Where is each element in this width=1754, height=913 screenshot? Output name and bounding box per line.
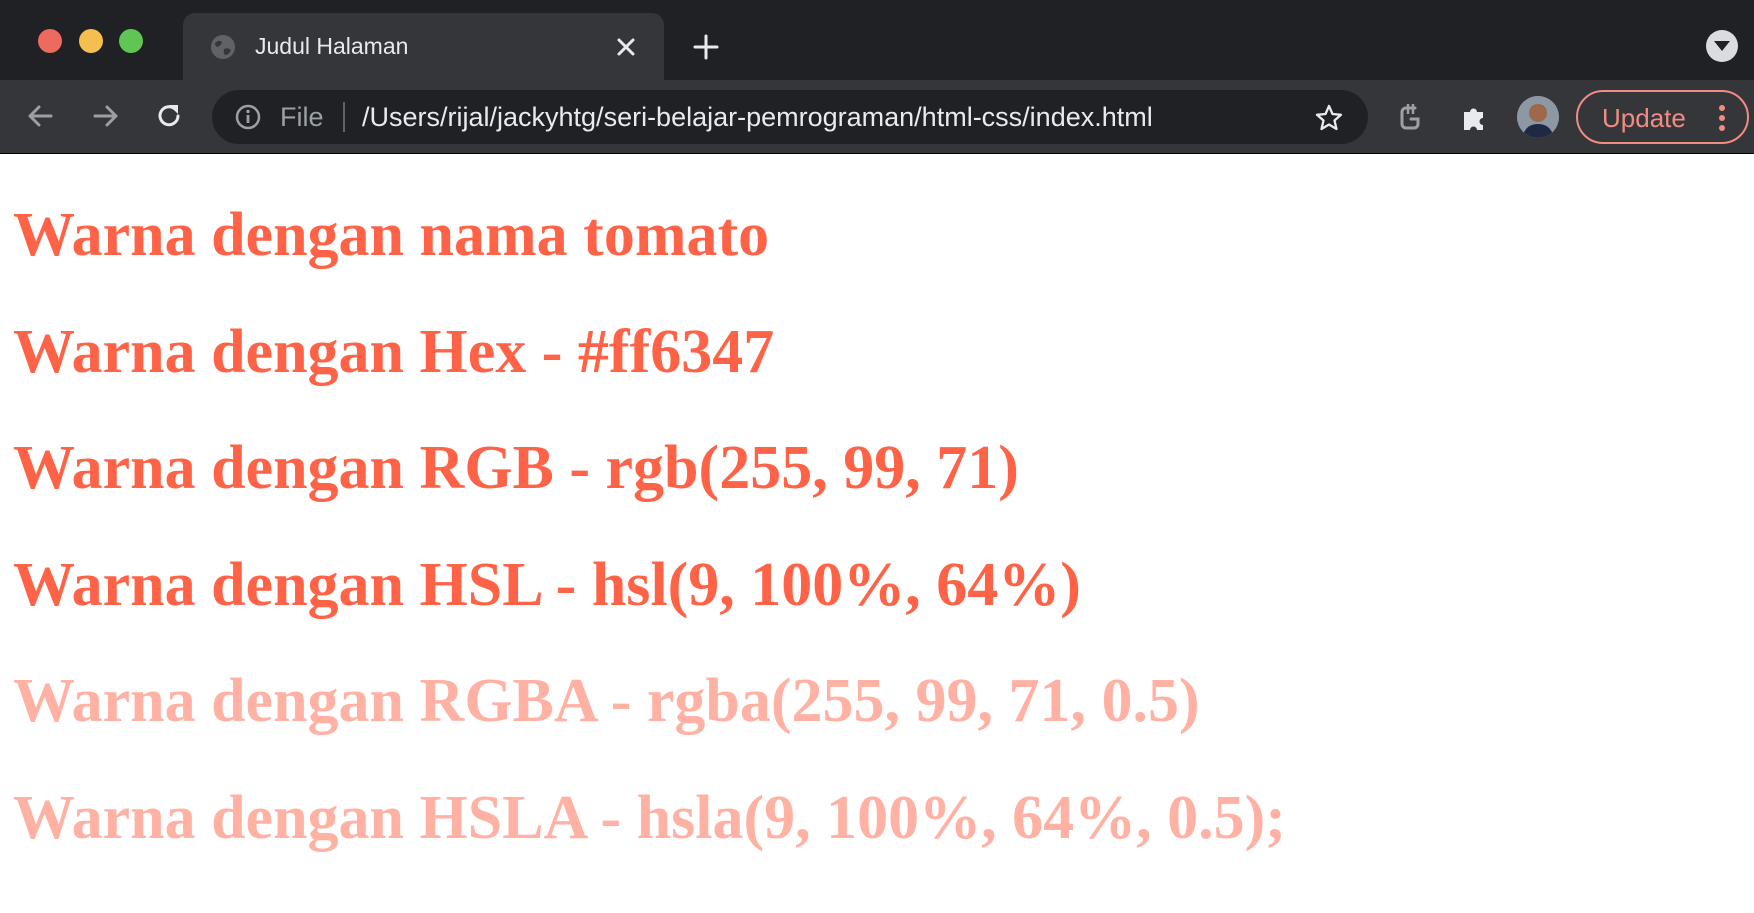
tab-strip: Judul Halaman [0,0,1754,80]
star-icon[interactable] [1314,103,1344,133]
heading-color-rgba: Warna dengan RGBA - rgba(255, 99, 71, 0.… [13,667,1200,735]
heading-color-hex: Warna dengan Hex - #ff6347 [13,318,775,386]
new-tab-icon[interactable] [690,31,722,63]
minimize-window-button[interactable] [79,29,103,53]
avatar[interactable] [1517,96,1559,138]
omnibox-divider [343,102,345,132]
forward-arrow-icon [93,105,118,127]
forward-button[interactable] [85,96,125,136]
heading-color-name: Warna dengan nama tomato [13,201,770,269]
address-bar[interactable]: File /Users/rijal/jackyhtg/seri-belajar-… [212,90,1368,144]
grammarly-icon[interactable] [1394,102,1426,134]
maximize-window-button[interactable] [119,29,143,53]
heading-color-rgb: Warna dengan RGB - rgb(255, 99, 71) [13,434,1019,502]
profile-photo-icon [1517,96,1559,138]
puzzle-icon[interactable] [1458,102,1490,134]
tab-title: Judul Halaman [255,33,409,59]
scheme-label: File [280,102,324,132]
heading-color-hsla: Warna dengan HSLA - hsla(9, 100%, 64%, 0… [13,784,1286,852]
reload-icon [158,105,180,127]
heading-color-hsl: Warna dengan HSL - hsl(9, 100%, 64%) [13,551,1081,619]
update-button[interactable]: Update [1576,90,1749,144]
info-icon[interactable] [234,103,262,131]
update-label: Update [1602,103,1686,133]
close-window-button[interactable] [38,29,62,53]
back-button[interactable] [21,96,61,136]
globe-icon [211,35,235,59]
tab-search-icon[interactable] [1706,30,1738,62]
reload-button[interactable] [149,96,189,136]
close-tab-icon[interactable] [612,33,640,61]
back-arrow-icon [28,105,53,127]
kebab-menu-icon[interactable] [1718,105,1726,131]
page-content: Warna dengan nama tomato Warna dengan He… [0,155,1754,913]
toolbar: File /Users/rijal/jackyhtg/seri-belajar-… [0,80,1754,154]
url-text[interactable]: /Users/rijal/jackyhtg/seri-belajar-pemro… [362,100,1153,134]
active-tab[interactable]: Judul Halaman [183,13,664,80]
